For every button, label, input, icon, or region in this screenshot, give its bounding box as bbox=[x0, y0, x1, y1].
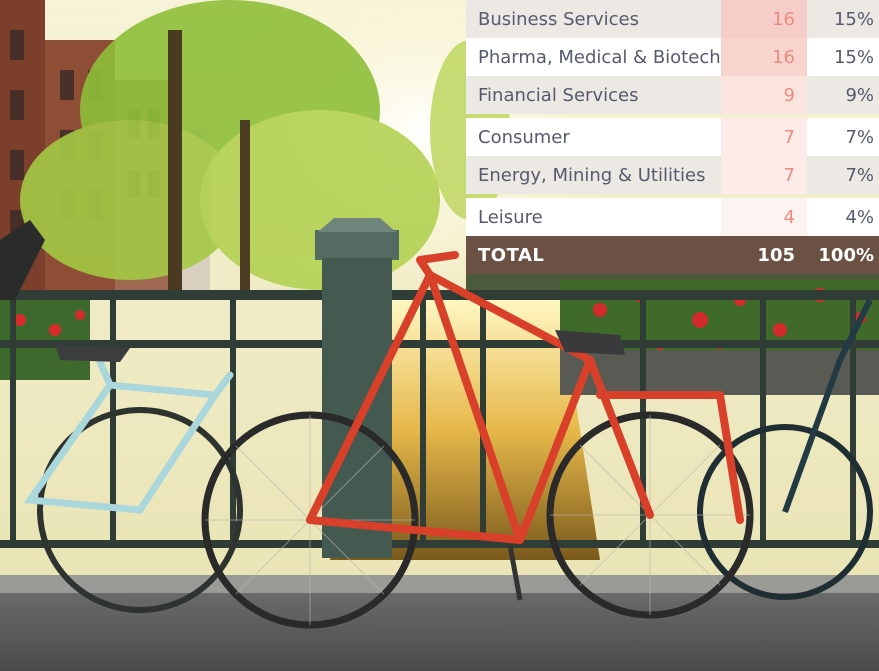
deal-count: 16 bbox=[721, 0, 807, 38]
share-percent: 7% bbox=[845, 126, 874, 148]
sector-label: Leisure bbox=[478, 206, 543, 228]
deal-count: 7 bbox=[721, 156, 807, 194]
table-row: Energy, Mining & Utilities 7 7% bbox=[466, 156, 879, 194]
sector-label: Business Services bbox=[478, 8, 639, 30]
total-label: TOTAL bbox=[478, 244, 545, 266]
share-percent: 15% bbox=[833, 46, 874, 68]
sector-label: Financial Services bbox=[478, 84, 639, 106]
share-percent: 7% bbox=[845, 164, 874, 186]
table-row: Pharma, Medical & Biotech 16 15% bbox=[466, 38, 879, 76]
deal-count: 16 bbox=[721, 38, 807, 76]
total-count: 105 bbox=[757, 244, 795, 266]
table-row: Leisure 4 4% bbox=[466, 198, 879, 236]
deal-count: 9 bbox=[721, 76, 807, 114]
sector-label: Pharma, Medical & Biotech bbox=[478, 46, 721, 68]
total-percent: 100% bbox=[818, 244, 874, 266]
total-row: TOTAL 105 100% bbox=[466, 236, 879, 274]
share-percent: 9% bbox=[845, 84, 874, 106]
deal-count: 7 bbox=[721, 118, 807, 156]
deal-count: 4 bbox=[721, 198, 807, 236]
sector-label: Consumer bbox=[478, 126, 570, 148]
table-row: Financial Services 9 9% bbox=[466, 76, 879, 114]
sector-label: Energy, Mining & Utilities bbox=[478, 164, 706, 186]
sector-table: Business Services 16 15% Pharma, Medical & … bbox=[466, 0, 879, 274]
table-row: Business Services 16 15% bbox=[466, 0, 879, 38]
share-percent: 4% bbox=[845, 206, 874, 228]
share-percent: 15% bbox=[833, 8, 874, 30]
table-row: Consumer 7 7% bbox=[466, 118, 879, 156]
